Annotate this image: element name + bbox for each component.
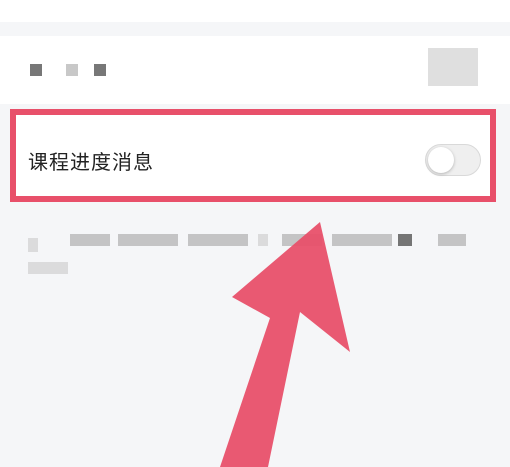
annotation-arrow-icon xyxy=(220,222,350,467)
